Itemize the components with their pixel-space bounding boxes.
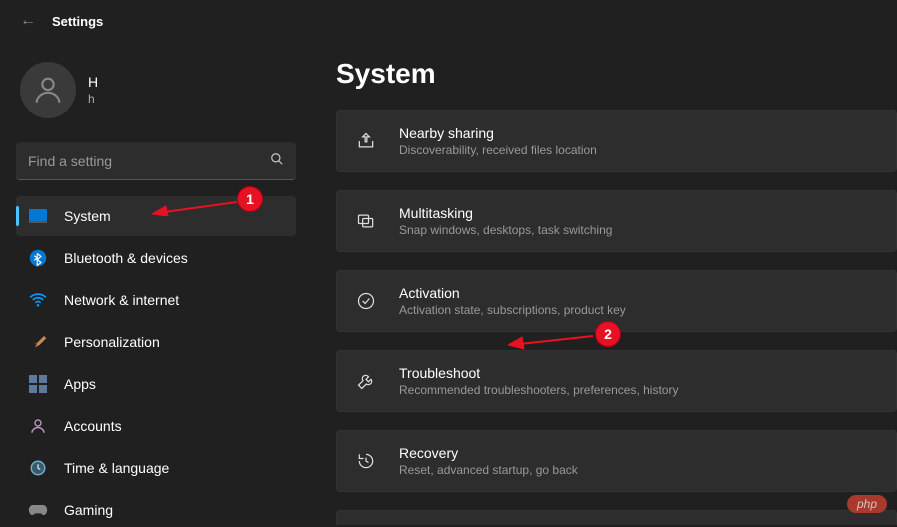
sidebar-item-personalization[interactable]: Personalization [16, 322, 296, 362]
profile-section[interactable]: H h [16, 54, 300, 134]
card-title: Activation [399, 285, 626, 301]
watermark: php [847, 495, 887, 513]
card-sub: Snap windows, desktops, task switching [399, 223, 612, 237]
main-content: System Nearby sharing Discoverability, r… [300, 42, 897, 525]
card-title: Nearby sharing [399, 125, 597, 141]
sidebar-item-label: Network & internet [64, 292, 179, 308]
card-title: Multitasking [399, 205, 612, 221]
sidebar-item-gaming[interactable]: Gaming [16, 490, 296, 525]
sidebar-item-label: System [64, 208, 111, 224]
profile-name: H [88, 74, 98, 90]
card-projecting[interactable]: Projecting to this PC Permissions, pairi… [336, 510, 897, 525]
card-sub: Reset, advanced startup, go back [399, 463, 578, 477]
search-field[interactable] [28, 153, 270, 169]
sidebar-item-label: Personalization [64, 334, 160, 350]
bluetooth-icon [28, 248, 48, 268]
window-header: ← Settings [0, 0, 897, 42]
wrench-icon [355, 370, 377, 392]
system-icon [28, 206, 48, 226]
gamepad-icon [28, 500, 48, 520]
search-input[interactable] [16, 142, 296, 180]
sidebar-item-label: Time & language [64, 460, 169, 476]
apps-icon [28, 374, 48, 394]
sidebar-item-label: Accounts [64, 418, 122, 434]
card-sub: Activation state, subscriptions, product… [399, 303, 626, 317]
avatar [20, 62, 76, 118]
annotation-arrow-1 [152, 196, 242, 216]
sidebar-item-time-language[interactable]: Time & language [16, 448, 296, 488]
page-title: System [336, 58, 897, 90]
annotation-badge-2: 2 [595, 321, 621, 347]
sidebar-item-label: Apps [64, 376, 96, 392]
card-sub: Discoverability, received files location [399, 143, 597, 157]
header-title: Settings [52, 14, 103, 29]
wifi-icon [28, 290, 48, 310]
card-sub: Recommended troubleshooters, preferences… [399, 383, 678, 397]
brush-icon [28, 332, 48, 352]
card-title: Troubleshoot [399, 365, 678, 381]
recovery-icon [355, 450, 377, 472]
card-title: Recovery [399, 445, 578, 461]
user-icon [31, 73, 65, 107]
card-recovery[interactable]: Recovery Reset, advanced startup, go bac… [336, 430, 897, 492]
annotation-badge-1: 1 [237, 186, 263, 212]
check-circle-icon [355, 290, 377, 312]
back-arrow-icon[interactable]: ← [20, 12, 36, 30]
sidebar-item-label: Gaming [64, 502, 113, 518]
annotation-arrow-2 [508, 330, 598, 350]
sidebar-item-accounts[interactable]: Accounts [16, 406, 296, 446]
sidebar: H h System Bluetooth & devices [0, 42, 300, 525]
search-icon[interactable] [270, 152, 284, 169]
sidebar-item-bluetooth[interactable]: Bluetooth & devices [16, 238, 296, 278]
clock-icon [28, 458, 48, 478]
card-nearby-sharing[interactable]: Nearby sharing Discoverability, received… [336, 110, 897, 172]
multitasking-icon [355, 210, 377, 232]
card-activation[interactable]: Activation Activation state, subscriptio… [336, 270, 897, 332]
card-troubleshoot[interactable]: Troubleshoot Recommended troubleshooters… [336, 350, 897, 412]
accounts-icon [28, 416, 48, 436]
card-multitasking[interactable]: Multitasking Snap windows, desktops, tas… [336, 190, 897, 252]
sidebar-item-apps[interactable]: Apps [16, 364, 296, 404]
sidebar-item-label: Bluetooth & devices [64, 250, 188, 266]
share-icon [355, 130, 377, 152]
profile-sub: h [88, 92, 98, 106]
sidebar-item-network[interactable]: Network & internet [16, 280, 296, 320]
